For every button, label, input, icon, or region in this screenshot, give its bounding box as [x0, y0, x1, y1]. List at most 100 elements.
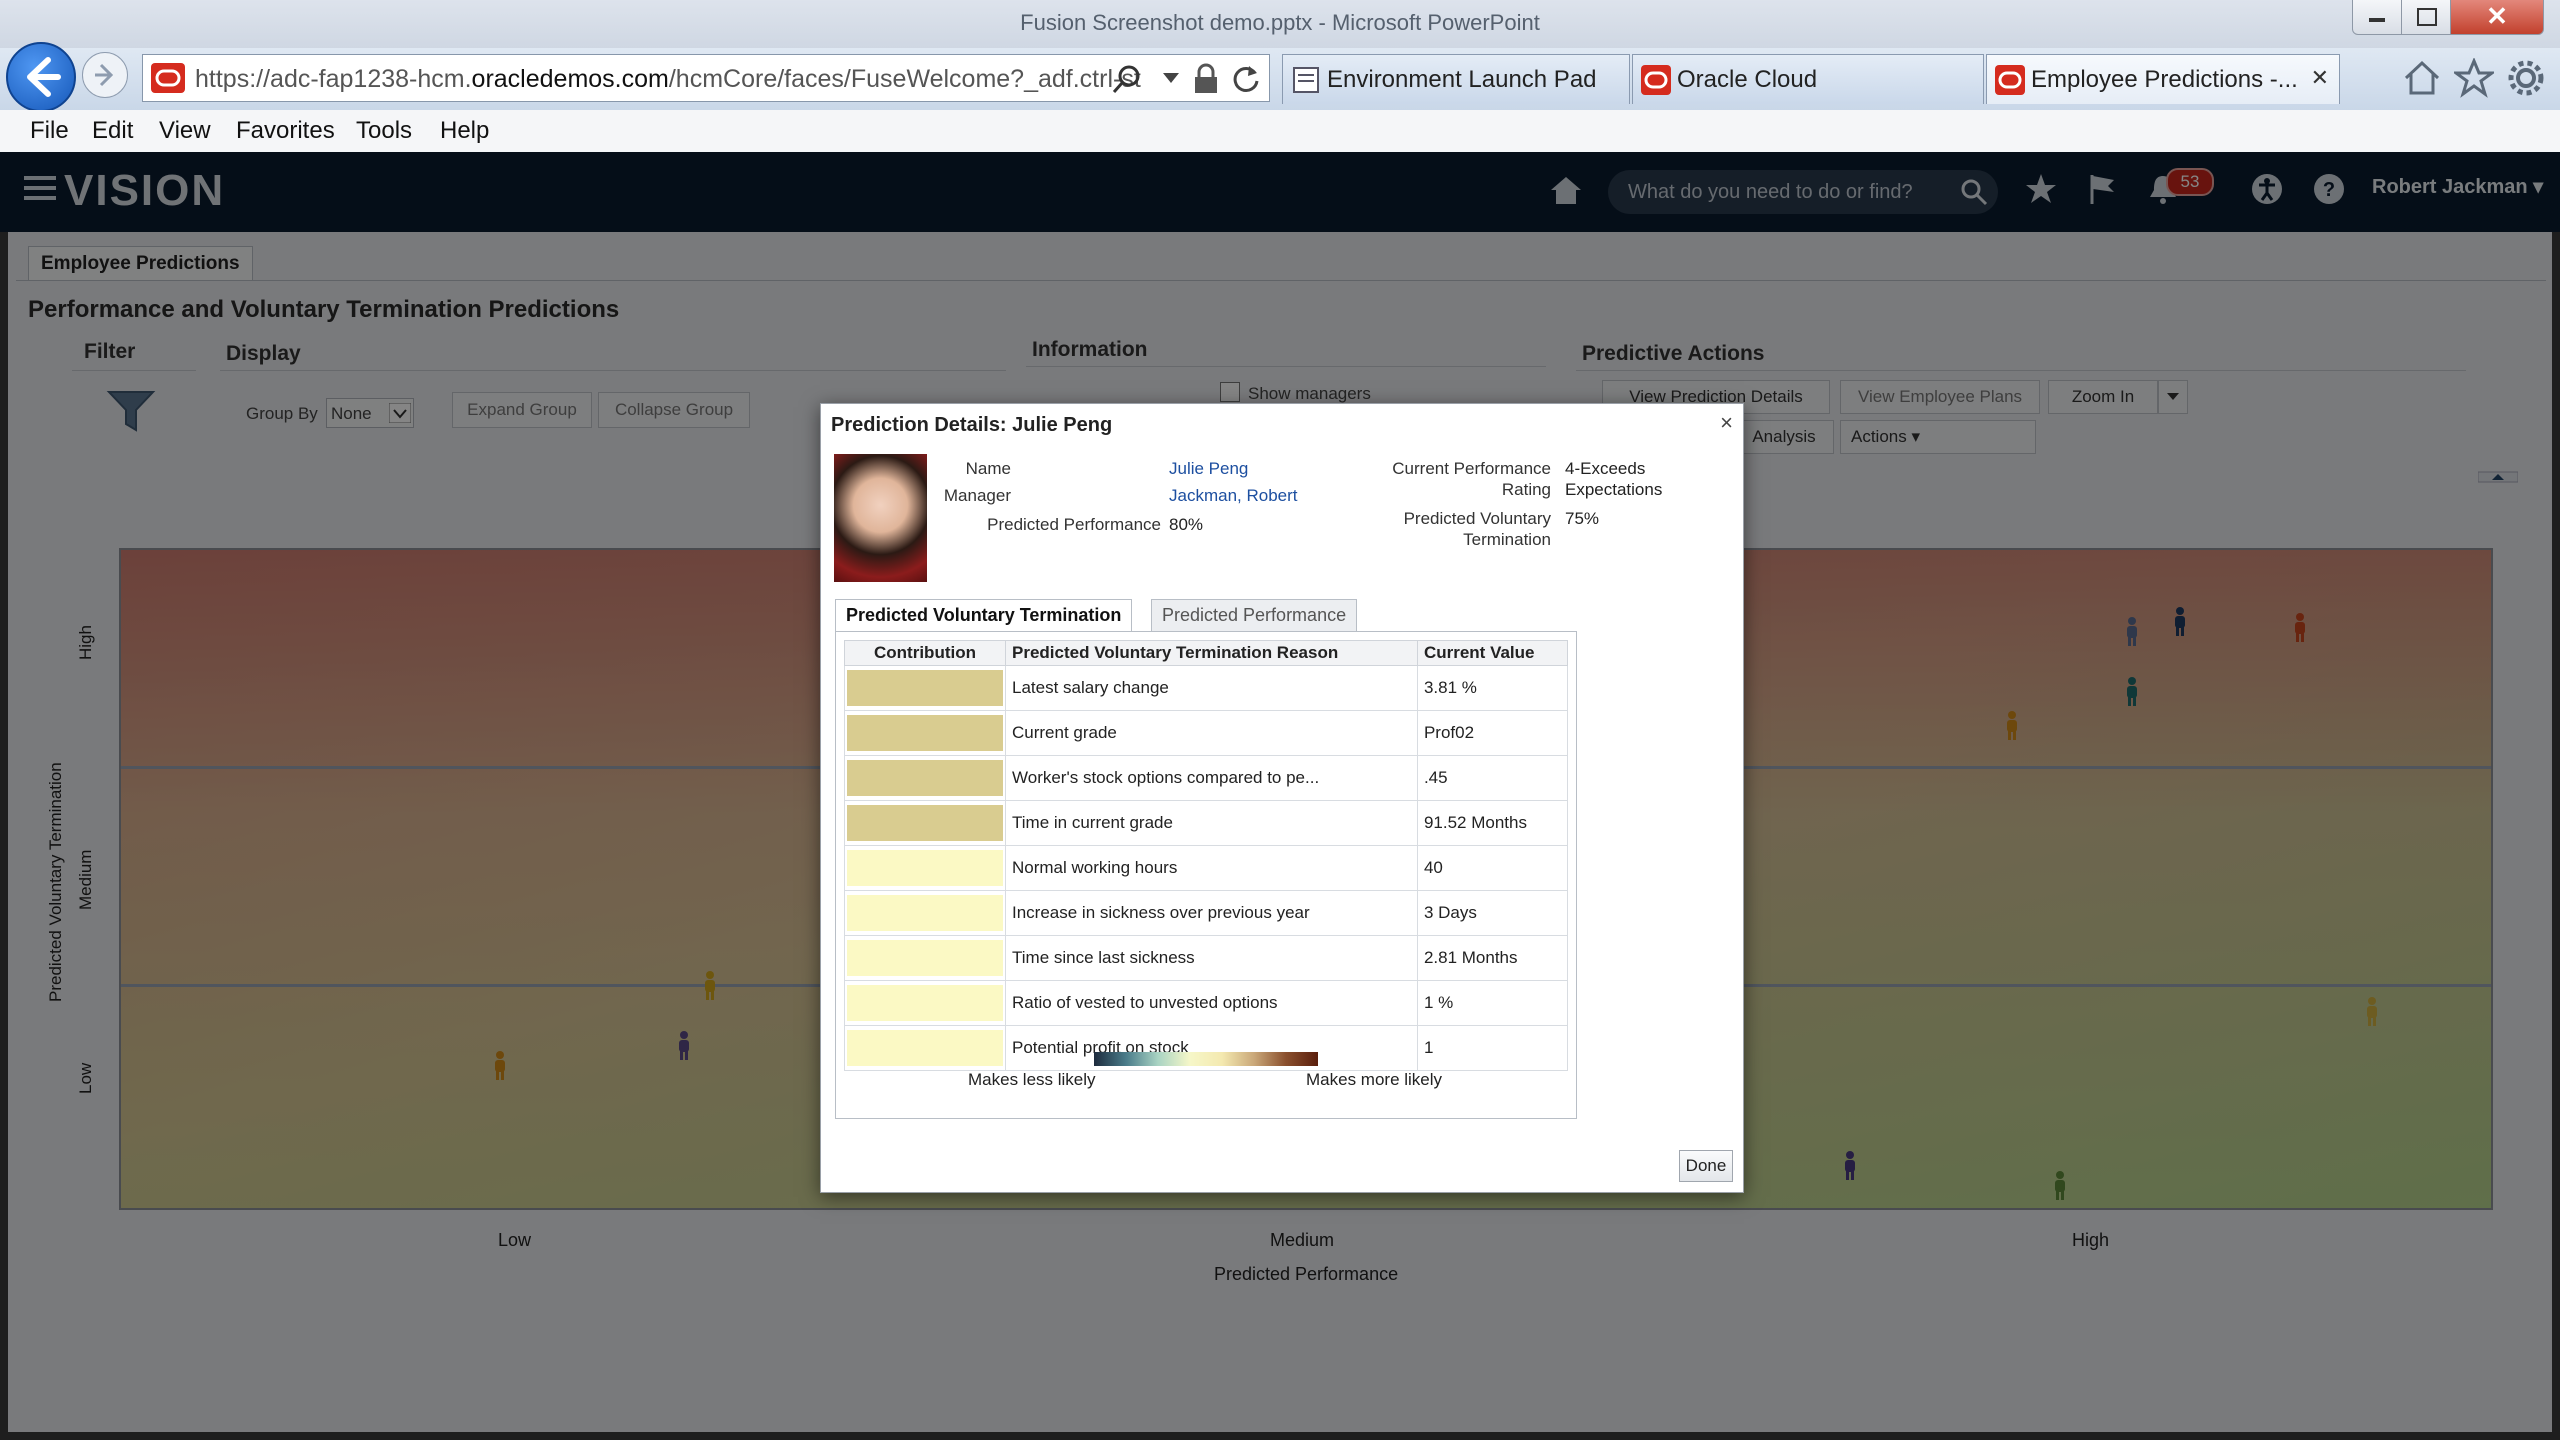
- name-label: Name: [965, 459, 1011, 478]
- menu-file[interactable]: File: [30, 117, 69, 145]
- current-performance-value: 4-Exceeds: [1565, 459, 1646, 478]
- table-row[interactable]: Time in current grade 91.52 Months: [844, 800, 1569, 846]
- contribution-color: [847, 940, 1003, 976]
- predicted-termination-value: 75%: [1565, 509, 1600, 528]
- reason-cell: Time in current grade: [1005, 800, 1418, 846]
- tab-predicted-performance[interactable]: Predicted Performance: [1151, 599, 1358, 631]
- dialog-title: Prediction Details: Julie Peng: [831, 414, 1113, 436]
- value-cell: .45: [1416, 755, 1569, 801]
- close-window-button[interactable]: ✕: [2450, 0, 2544, 35]
- refresh-icon[interactable]: [1231, 63, 1261, 93]
- contribution-color: [847, 760, 1003, 796]
- employee-name-link[interactable]: Julie Peng: [1169, 459, 1248, 479]
- contribution-color: [847, 895, 1003, 931]
- table-row[interactable]: Time since last sickness 2.81 Months: [844, 935, 1569, 981]
- table-row[interactable]: Latest salary change 3.81 %: [844, 665, 1569, 711]
- menu-tools[interactable]: Tools: [356, 117, 412, 145]
- termination-reasons-table: Contribution Predicted Voluntary Termina…: [844, 640, 1569, 1071]
- oracle-icon: [1641, 65, 1671, 95]
- contribution-swatch: [844, 845, 1006, 891]
- manager-link[interactable]: Jackman, Robert: [1169, 486, 1298, 506]
- table-row[interactable]: Ratio of vested to unvested options 1 %: [844, 980, 1569, 1026]
- done-button[interactable]: Done: [1679, 1150, 1733, 1182]
- contribution-swatch: [844, 935, 1006, 981]
- contribution-swatch: [844, 800, 1006, 846]
- reason-cell: Increase in sickness over previous year: [1005, 890, 1418, 936]
- contribution-legend-bar: [1094, 1052, 1318, 1066]
- forward-button[interactable]: [82, 52, 128, 98]
- tab-predicted-voluntary-termination[interactable]: Predicted Voluntary Termination: [835, 599, 1133, 631]
- current-performance-value-2: Expectations: [1565, 480, 1663, 499]
- home-icon[interactable]: [2402, 58, 2442, 98]
- gear-icon[interactable]: [2506, 58, 2546, 98]
- manager-label: Manager: [943, 486, 1011, 505]
- reason-cell: Time since last sickness: [1005, 935, 1418, 981]
- back-button[interactable]: [6, 42, 76, 112]
- tab-oracle-cloud[interactable]: Oracle Cloud: [1632, 54, 1984, 104]
- menu-edit[interactable]: Edit: [92, 117, 133, 145]
- dropdown-arrow-icon[interactable]: [1163, 73, 1179, 85]
- page-icon: [1293, 67, 1319, 93]
- table-row[interactable]: Worker's stock options compared to pe...…: [844, 755, 1569, 801]
- restore-button[interactable]: [2401, 0, 2451, 35]
- column-header-current-value[interactable]: Current Value: [1416, 640, 1569, 666]
- value-cell: 40: [1416, 845, 1569, 891]
- restore-icon: [2417, 8, 2437, 26]
- search-icon[interactable]: [1111, 63, 1143, 95]
- window-title: Fusion Screenshot demo.pptx - Microsoft …: [1020, 10, 1540, 35]
- contribution-color: [847, 985, 1003, 1021]
- contribution-swatch: [844, 890, 1006, 936]
- address-bar[interactable]: https://adc-fap1238-hcm.oracledemos.com/…: [142, 54, 1270, 102]
- value-cell: Prof02: [1416, 710, 1569, 756]
- column-header-reason[interactable]: Predicted Voluntary Termination Reason: [1005, 640, 1418, 666]
- value-cell: 91.52 Months: [1416, 800, 1569, 846]
- close-dialog-icon[interactable]: ×: [1720, 410, 1733, 436]
- oracle-icon: [151, 63, 185, 93]
- tab-label: Employee Predictions -...: [2031, 66, 2298, 93]
- minimize-icon: [2369, 18, 2385, 22]
- column-header-contribution[interactable]: Contribution: [844, 640, 1006, 666]
- termination-reasons-panel: Contribution Predicted Voluntary Termina…: [835, 631, 1577, 1119]
- contribution-color: [847, 1030, 1003, 1066]
- current-performance-label-2: Rating: [1501, 480, 1551, 499]
- reason-cell: Normal working hours: [1005, 845, 1418, 891]
- reason-cell: Current grade: [1005, 710, 1418, 756]
- close-tab-icon[interactable]: ✕: [2311, 65, 2329, 91]
- table-row[interactable]: Normal working hours 40: [844, 845, 1569, 891]
- menu-favorites[interactable]: Favorites: [236, 117, 335, 145]
- menu-help[interactable]: Help: [440, 117, 489, 145]
- window-title-bar: Fusion Screenshot demo.pptx - Microsoft …: [0, 0, 2560, 48]
- lock-icon: [1195, 63, 1217, 93]
- table-row[interactable]: Current grade Prof02: [844, 710, 1569, 756]
- reason-cell: Worker's stock options compared to pe...: [1005, 755, 1418, 801]
- table-row[interactable]: Increase in sickness over previous year 3…: [844, 890, 1569, 936]
- minimize-button[interactable]: [2352, 0, 2402, 35]
- legend-less-likely: Makes less likely: [968, 1070, 1096, 1089]
- close-icon: ✕: [2486, 1, 2508, 31]
- value-cell: 1 %: [1416, 980, 1569, 1026]
- contribution-color: [847, 670, 1003, 706]
- contribution-color: [847, 715, 1003, 751]
- oracle-icon: [1995, 65, 2025, 95]
- menu-bar: File Edit View Favorites Tools Help: [0, 110, 2560, 153]
- contribution-swatch: [844, 1025, 1006, 1071]
- prediction-details-dialog: Prediction Details: Julie Peng × Name Ju…: [820, 403, 1744, 1193]
- url-text: https://adc-fap1238-hcm.oracledemos.com/…: [195, 65, 1141, 93]
- reason-cell: Ratio of vested to unvested options: [1005, 980, 1418, 1026]
- predicted-termination-label: Predicted Voluntary: [1403, 509, 1551, 528]
- menu-view[interactable]: View: [159, 117, 211, 145]
- tab-employee-predictions[interactable]: Employee Predictions -... ✕: [1986, 54, 2340, 104]
- contribution-swatch: [844, 710, 1006, 756]
- contribution-swatch: [844, 665, 1006, 711]
- tab-label: Environment Launch Pad: [1327, 66, 1597, 93]
- tab-label: Oracle Cloud: [1677, 66, 1818, 93]
- value-cell: 2.81 Months: [1416, 935, 1569, 981]
- predicted-performance-value: 80%: [1169, 515, 1204, 534]
- tab-environment-launch-pad[interactable]: Environment Launch Pad: [1282, 54, 1630, 104]
- current-performance-label: Current Performance: [1392, 459, 1551, 478]
- predicted-termination-label-2: Termination: [1463, 530, 1551, 549]
- back-arrow-icon: [27, 57, 61, 97]
- contribution-swatch: [844, 755, 1006, 801]
- contribution-swatch: [844, 980, 1006, 1026]
- favorites-star-icon[interactable]: [2454, 58, 2494, 98]
